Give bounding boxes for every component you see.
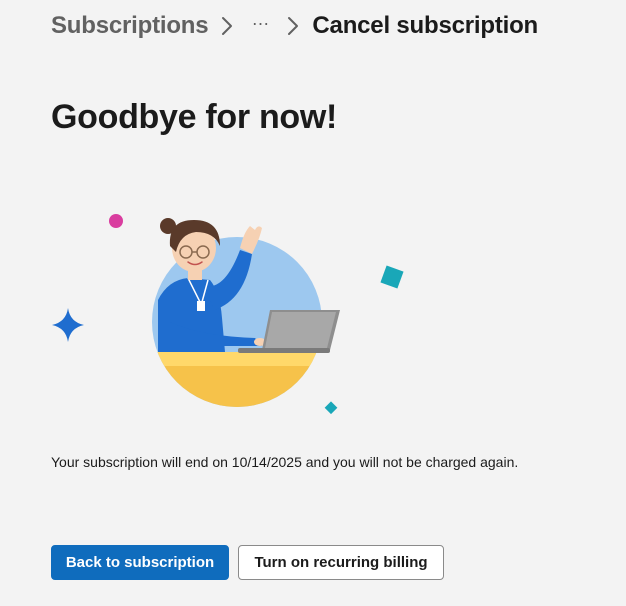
breadcrumb-ellipsis[interactable]: ··· <box>246 10 274 42</box>
magenta-dot <box>109 214 123 228</box>
teal-diamond-large <box>380 265 404 289</box>
teal-diamond-small <box>324 401 338 415</box>
id-badge <box>197 301 205 311</box>
goodbye-illustration <box>0 195 626 425</box>
waving-person-illustration <box>52 214 404 415</box>
sparkle-icon <box>52 308 84 342</box>
cancel-subscription-page: Subscriptions ··· Cancel subscription Go… <box>0 0 626 606</box>
chevron-right-icon <box>274 10 312 42</box>
breadcrumb-subscriptions[interactable]: Subscriptions <box>51 12 209 40</box>
turn-on-recurring-billing-button[interactable]: Turn on recurring billing <box>238 545 444 580</box>
laptop-base <box>238 348 330 353</box>
breadcrumb-current-page: Cancel subscription <box>312 12 539 39</box>
page-title: Goodbye for now! <box>51 98 338 136</box>
breadcrumb: Subscriptions ··· Cancel subscription <box>51 10 538 42</box>
back-to-subscription-button[interactable]: Back to subscription <box>51 545 229 580</box>
chevron-right-icon <box>208 10 246 42</box>
cancellation-message: Your subscription will end on 10/14/2025… <box>51 454 519 470</box>
